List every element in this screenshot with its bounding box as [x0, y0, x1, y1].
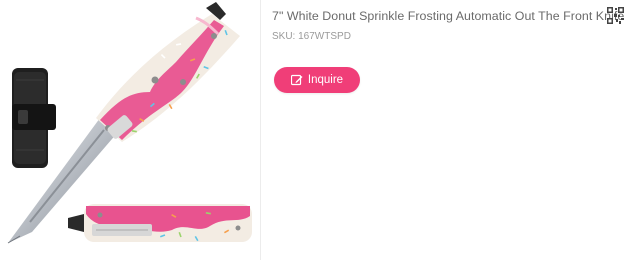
knife-image-closed	[68, 204, 252, 242]
inquire-button[interactable]: Inquire	[274, 67, 360, 93]
inquire-label: Inquire	[307, 74, 344, 86]
product-sku: SKU: 167WTSPD	[272, 31, 351, 42]
qr-code-icon[interactable]	[607, 7, 624, 24]
product-image	[7, 2, 252, 244]
product-info: 7" White Donut Sprinkle Frosting Automat…	[272, 0, 640, 260]
product-title: 7" White Donut Sprinkle Frosting Automat…	[272, 9, 625, 23]
edit-icon	[290, 74, 303, 86]
product-image-panel[interactable]	[0, 0, 261, 260]
sheath-image	[12, 68, 56, 168]
